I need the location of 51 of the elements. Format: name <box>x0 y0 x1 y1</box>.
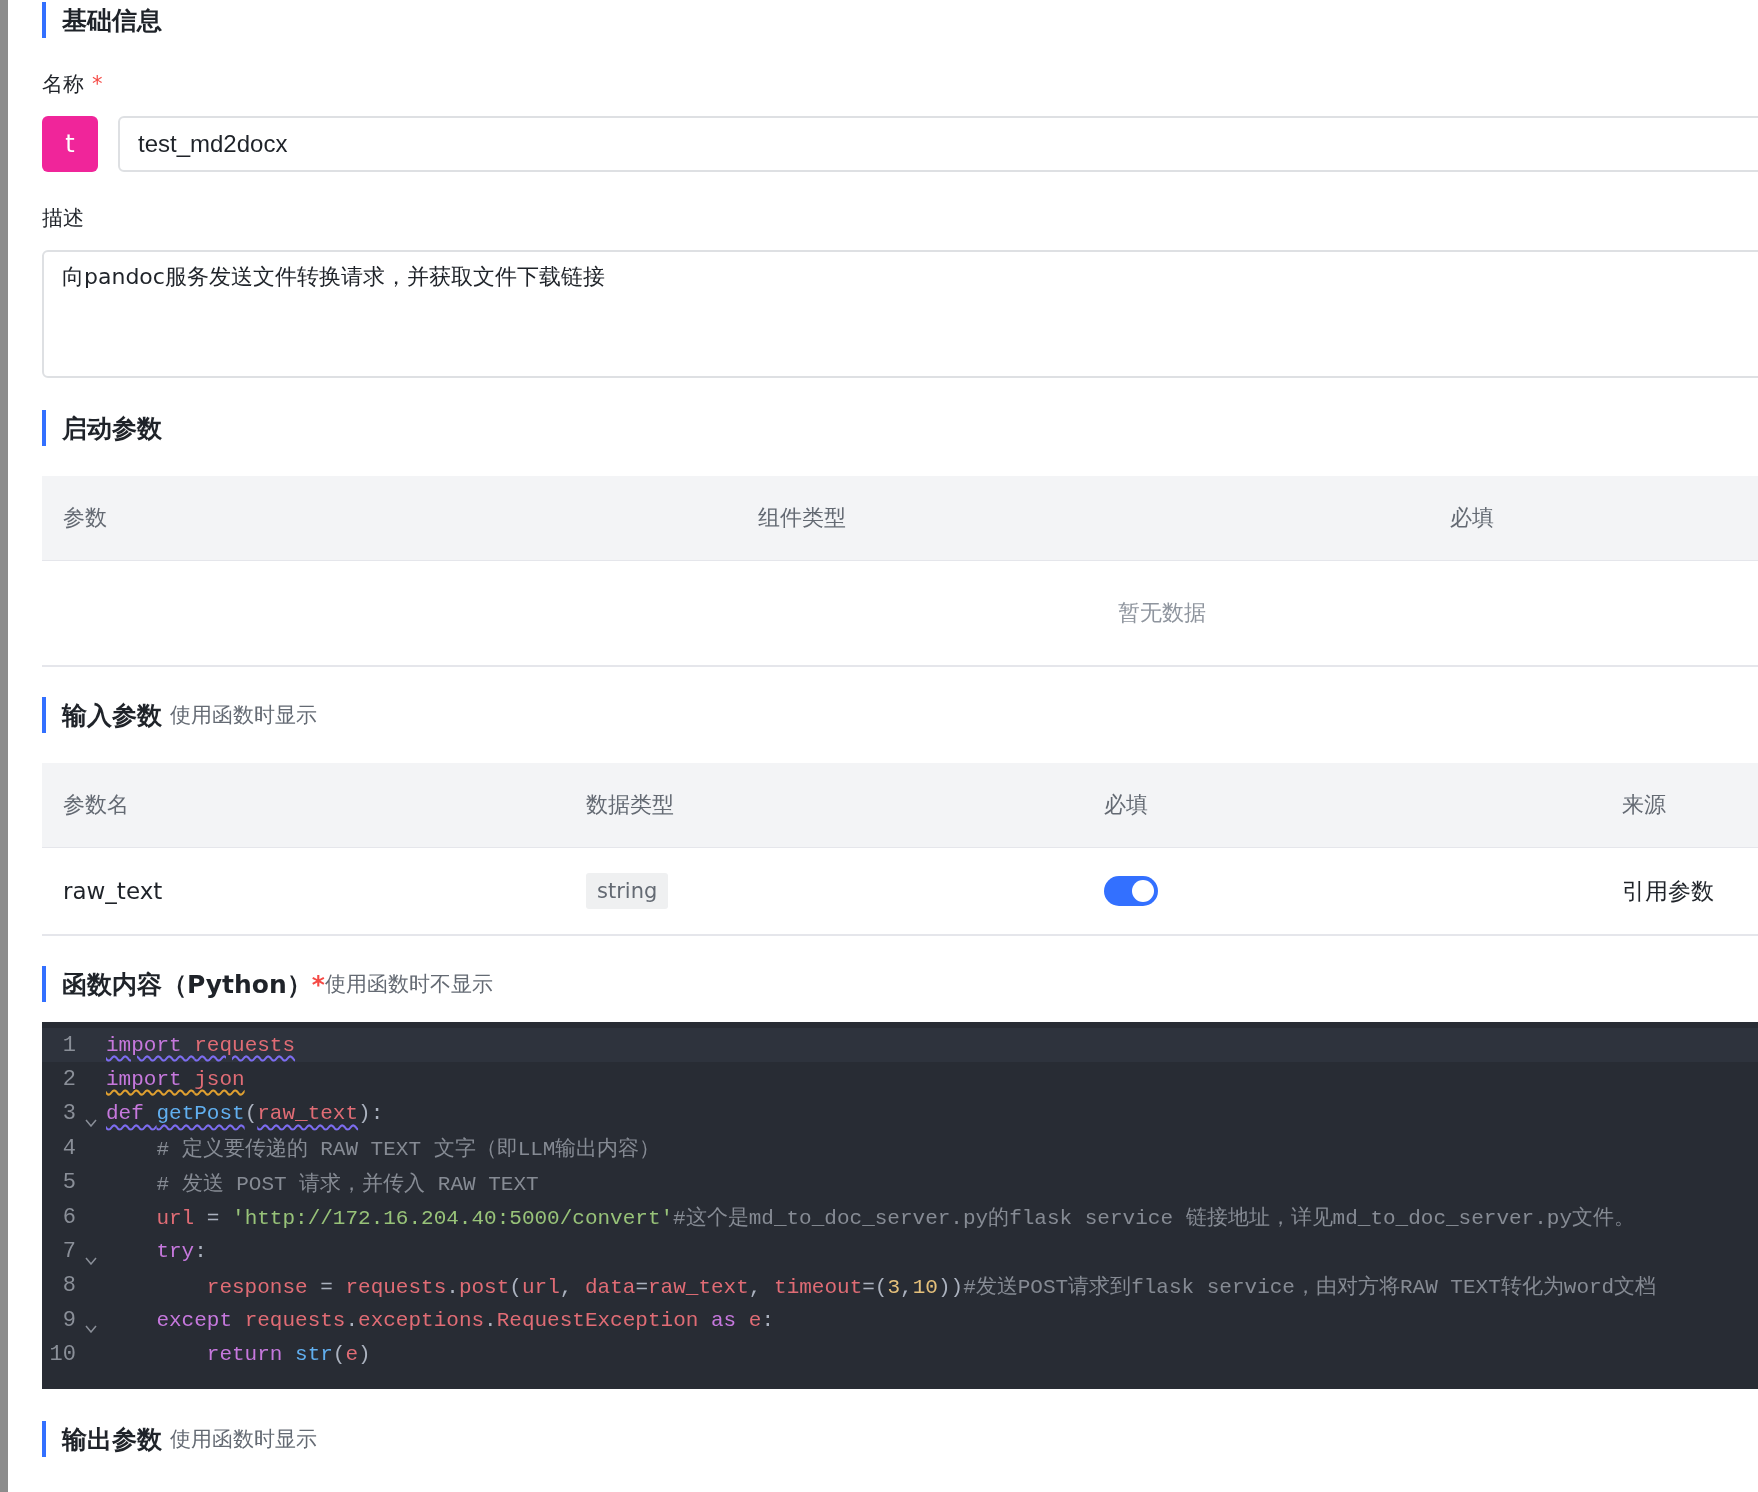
section-title: 基础信息 <box>62 4 162 37</box>
code-line: return str(e) <box>205 1343 371 1367</box>
column-header: 必填 <box>1450 504 1495 532</box>
chevron-down-icon[interactable] <box>85 1118 97 1127</box>
type-tag: string <box>586 873 669 909</box>
column-header: 参数 <box>63 504 108 532</box>
required-toggle[interactable] <box>1104 876 1158 906</box>
column-header: 数据类型 <box>586 791 675 819</box>
code-editor[interactable] <box>42 1022 1758 1389</box>
code-line: try: <box>155 1240 207 1264</box>
column-header: 参数名 <box>63 791 130 819</box>
required-mark: * <box>92 72 103 96</box>
code-line: url = 'http://172.16.204.40:5000/convert'#这个是md_to_doc_server.py的flask service 链接地址，详见md_to_doc_server.py文件。 <box>155 1205 1636 1232</box>
line-number: 1 <box>61 1032 76 1058</box>
chevron-down-icon[interactable] <box>85 1256 97 1265</box>
column-header: 必填 <box>1104 791 1149 819</box>
field-label: 描述 <box>42 205 84 232</box>
required-mark: * <box>311 969 325 999</box>
code-line: import requests <box>106 1033 296 1057</box>
empty-text: 暂无数据 <box>1118 599 1206 627</box>
code-line: # 定义要传递的 RAW TEXT 文字（即LLM输出内容） <box>155 1136 661 1163</box>
table-cell-text: 引用参数 <box>1622 876 1715 906</box>
line-number: 10 <box>48 1342 76 1368</box>
description-field[interactable]: 向pandoc服务发送文件转换请求，并获取文件下载链接 <box>42 250 1758 378</box>
section-hint: 使用函数时不显示 <box>324 971 493 998</box>
code-line: import json <box>106 1068 245 1092</box>
section-hint: 使用函数时显示 <box>170 702 317 729</box>
column-header: 来源 <box>1622 791 1667 819</box>
section-title: 输出参数 <box>62 1423 162 1456</box>
line-number: 5 <box>61 1170 76 1196</box>
line-number: 2 <box>61 1067 76 1093</box>
code-line: def getPost(raw_text): <box>106 1102 384 1126</box>
code-line: response = requests.post(url, data=raw_text, timeout=(3,10))#发送POST请求到flask service，由对方将RAW TEXT转化为word文档 <box>205 1274 1657 1300</box>
code-line: # 发送 POST 请求，并传入 RAW TEXT <box>155 1171 539 1197</box>
code-line: except requests.exceptions.RequestException as e: <box>155 1308 774 1332</box>
line-number: 6 <box>61 1204 76 1230</box>
line-number: 7 <box>61 1239 76 1265</box>
column-header: 组件类型 <box>758 504 847 532</box>
section-title: 启动参数 <box>62 412 162 445</box>
table-cell-text: raw_text <box>63 878 164 904</box>
name-input[interactable]: test_md2docx <box>118 116 1758 172</box>
line-number: 4 <box>61 1135 76 1161</box>
section-hint: 使用函数时显示 <box>170 1426 317 1453</box>
section-title: 函数内容（Python） <box>62 968 312 1001</box>
section-title: 输入参数 <box>62 699 162 732</box>
line-number: 8 <box>61 1273 76 1299</box>
line-number: 9 <box>61 1307 76 1333</box>
field-label: 名称 <box>42 71 84 98</box>
line-number: 3 <box>61 1101 76 1127</box>
chevron-down-icon[interactable] <box>85 1325 97 1334</box>
avatar-badge[interactable]: t <box>42 116 98 172</box>
